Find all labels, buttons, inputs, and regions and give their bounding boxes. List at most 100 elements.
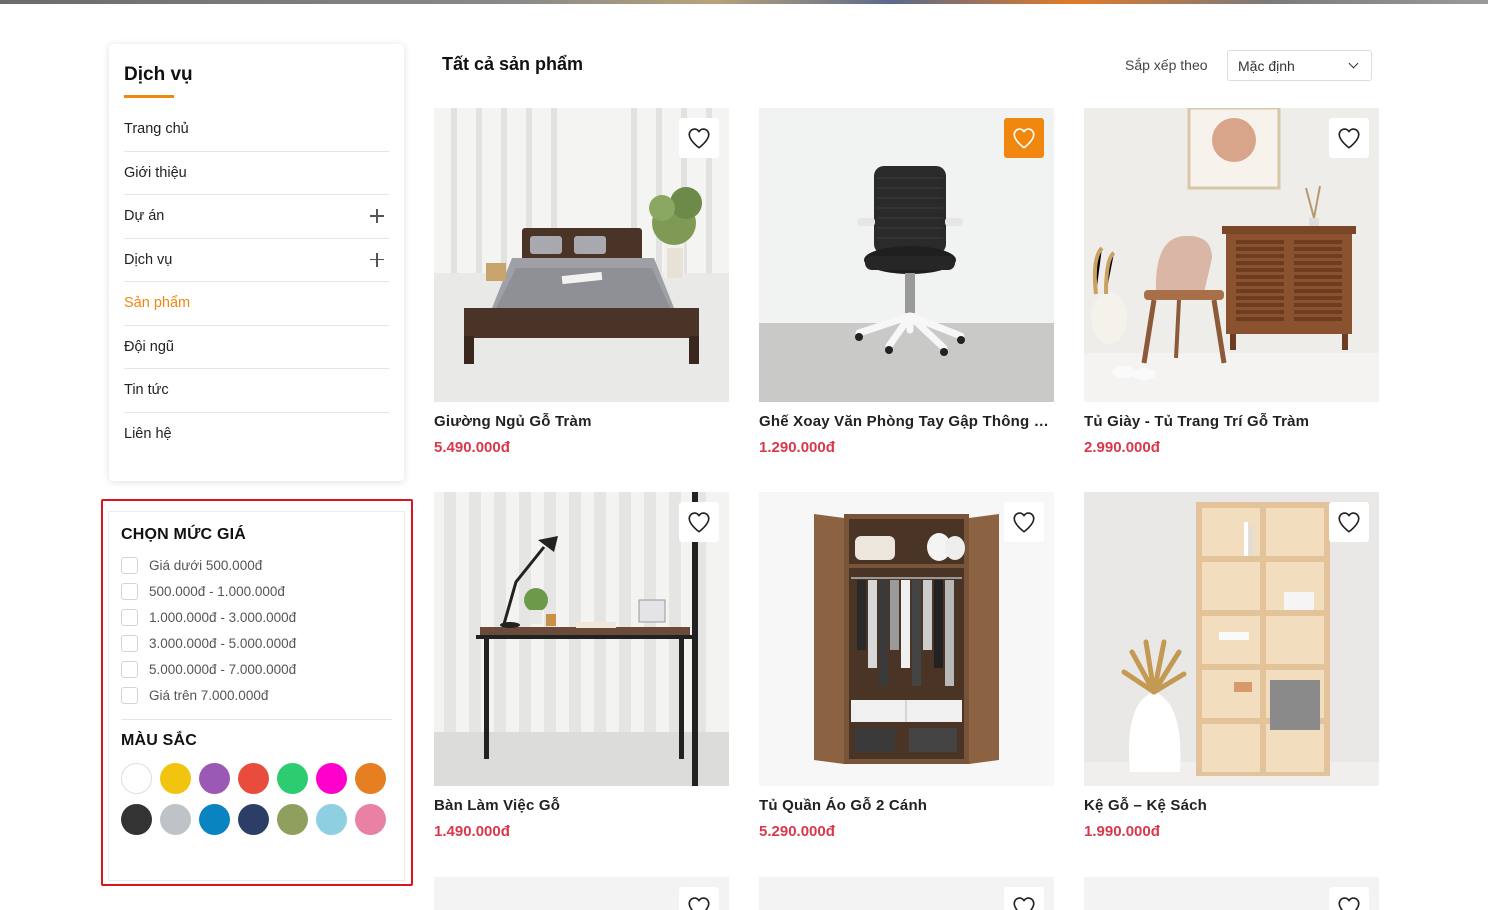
sort-select-value: Mặc định xyxy=(1238,57,1295,74)
sidebar-item-label: Liên hệ xyxy=(124,426,172,443)
price-option[interactable]: Giá dưới 500.000đ xyxy=(121,552,392,578)
checkbox[interactable] xyxy=(121,686,138,704)
checkbox[interactable] xyxy=(121,556,138,574)
checkbox[interactable] xyxy=(121,608,138,626)
heart-icon[interactable] xyxy=(1004,502,1044,542)
product-price: 5.490.000đ xyxy=(434,439,510,456)
sidebar-item-contact[interactable]: Liên hệ xyxy=(124,413,389,457)
sidebar-item-label: Giới thiệu xyxy=(124,164,187,181)
color-swatch[interactable] xyxy=(355,763,386,794)
sidebar-item-projects[interactable]: Dự án xyxy=(124,195,389,239)
sort-select[interactable]: Mặc định xyxy=(1227,50,1372,81)
sidebar-item-label: Đội ngũ xyxy=(124,338,174,355)
product-name[interactable]: Giường Ngủ Gỗ Tràm xyxy=(434,413,729,430)
product-name[interactable]: Tủ Quần Áo Gỗ 2 Cánh xyxy=(759,797,1054,814)
color-swatch[interactable] xyxy=(355,804,386,835)
sidebar-item-label: Dự án xyxy=(124,208,165,225)
plus-icon[interactable] xyxy=(370,252,384,267)
color-swatch[interactable] xyxy=(160,804,191,835)
color-filter-heading: MÀU SẮC xyxy=(121,732,198,749)
color-swatch[interactable] xyxy=(121,804,152,835)
product-price: 2.990.000đ xyxy=(1084,439,1160,456)
product-card[interactable] xyxy=(1084,877,1379,910)
color-swatch[interactable] xyxy=(121,763,152,794)
checkbox[interactable] xyxy=(121,582,138,600)
color-swatch[interactable] xyxy=(277,763,308,794)
price-filter-list: Giá dưới 500.000đ 500.000đ - 1.000.000đ … xyxy=(121,552,392,708)
color-swatch[interactable] xyxy=(316,763,347,794)
filter-divider xyxy=(121,719,392,720)
product-price: 1.990.000đ xyxy=(1084,823,1160,840)
plus-icon[interactable] xyxy=(370,209,384,224)
sidebar-item-label: Dịch vụ xyxy=(124,251,173,268)
page-title: Tất cả sản phẩm xyxy=(442,54,584,74)
product-card[interactable]: Tủ Giày - Tủ Trang Trí Gỗ Tràm 2.990.000… xyxy=(1084,108,1379,456)
sidebar-item-about[interactable]: Giới thiệu xyxy=(124,152,389,195)
price-filter-heading: CHỌN MỨC GIÁ xyxy=(121,526,247,543)
sidebar-title: Dịch vụ xyxy=(124,64,193,85)
chevron-down-icon xyxy=(1348,58,1359,69)
sidebar-item-products[interactable]: Sản phẩm xyxy=(124,282,389,326)
color-swatch-grid xyxy=(121,763,392,835)
product-image[interactable] xyxy=(759,877,1054,910)
sidebar-item-home[interactable]: Trang chủ xyxy=(124,108,389,152)
sidebar-item-label: Tin tức xyxy=(124,382,169,399)
product-image[interactable] xyxy=(1084,108,1379,402)
heart-icon[interactable] xyxy=(1004,887,1044,910)
product-name[interactable]: Kệ Gỗ – Kệ Sách xyxy=(1084,797,1379,814)
filter-panel: CHỌN MỨC GIÁ Giá dưới 500.000đ 500.000đ … xyxy=(108,511,405,881)
product-image[interactable] xyxy=(1084,877,1379,910)
price-option-label: 3.000.000đ - 5.000.000đ xyxy=(149,635,297,651)
price-option[interactable]: 1.000.000đ - 3.000.000đ xyxy=(121,604,392,630)
price-option[interactable]: 3.000.000đ - 5.000.000đ xyxy=(121,630,392,656)
product-card[interactable]: Giường Ngủ Gỗ Tràm 5.490.000đ xyxy=(434,108,729,456)
product-name[interactable]: Tủ Giày - Tủ Trang Trí Gỗ Tràm xyxy=(1084,413,1379,430)
heart-icon[interactable] xyxy=(1329,887,1369,910)
checkbox[interactable] xyxy=(121,660,138,678)
title-underline xyxy=(124,95,174,98)
heart-icon[interactable] xyxy=(679,118,719,158)
heart-icon[interactable] xyxy=(679,502,719,542)
product-card[interactable] xyxy=(434,877,729,910)
product-image[interactable] xyxy=(434,108,729,402)
price-option-label: 5.000.000đ - 7.000.000đ xyxy=(149,661,297,677)
sidebar-list: Trang chủ Giới thiệu Dự án Dịch vụ Sản p… xyxy=(124,108,389,456)
product-image[interactable] xyxy=(434,877,729,910)
sort-label: Sắp xếp theo xyxy=(1125,57,1208,73)
product-name[interactable]: Bàn Làm Việc Gỗ xyxy=(434,797,729,814)
product-image[interactable] xyxy=(434,492,729,786)
checkbox[interactable] xyxy=(121,634,138,652)
color-swatch[interactable] xyxy=(199,763,230,794)
color-swatch[interactable] xyxy=(238,804,269,835)
product-name[interactable]: Ghế Xoay Văn Phòng Tay Gập Thông Minh xyxy=(759,413,1054,430)
color-swatch[interactable] xyxy=(238,763,269,794)
product-image[interactable] xyxy=(759,492,1054,786)
color-swatch[interactable] xyxy=(277,804,308,835)
heart-icon[interactable] xyxy=(1329,118,1369,158)
product-card[interactable]: Bàn Làm Việc Gỗ 1.490.000đ xyxy=(434,492,729,840)
product-image[interactable] xyxy=(759,108,1054,402)
price-option[interactable]: Giá trên 7.000.000đ xyxy=(121,682,392,708)
color-swatch[interactable] xyxy=(199,804,230,835)
heart-icon[interactable] xyxy=(679,887,719,910)
sidebar-item-services[interactable]: Dịch vụ xyxy=(124,239,389,282)
product-image[interactable] xyxy=(1084,492,1379,786)
color-swatch[interactable] xyxy=(316,804,347,835)
price-option[interactable]: 5.000.000đ - 7.000.000đ xyxy=(121,656,392,682)
product-price: 1.290.000đ xyxy=(759,439,835,456)
product-card[interactable]: Kệ Gỗ – Kệ Sách 1.990.000đ xyxy=(1084,492,1379,840)
sidebar-menu: Dịch vụ Trang chủ Giới thiệu Dự án Dịch … xyxy=(109,44,404,481)
price-option[interactable]: 500.000đ - 1.000.000đ xyxy=(121,578,392,604)
sidebar-item-label: Sản phẩm xyxy=(124,295,191,312)
sidebar-item-news[interactable]: Tin tức xyxy=(124,369,389,413)
color-swatch[interactable] xyxy=(160,763,191,794)
product-card[interactable] xyxy=(759,877,1054,910)
heart-icon[interactable] xyxy=(1004,118,1044,158)
heart-icon[interactable] xyxy=(1329,502,1369,542)
product-price: 5.290.000đ xyxy=(759,823,835,840)
product-card[interactable]: Ghế Xoay Văn Phòng Tay Gập Thông Minh 1.… xyxy=(759,108,1054,456)
product-card[interactable]: Tủ Quần Áo Gỗ 2 Cánh 5.290.000đ xyxy=(759,492,1054,840)
sidebar-item-team[interactable]: Đội ngũ xyxy=(124,326,389,369)
top-banner-strip xyxy=(0,0,1488,4)
price-option-label: 1.000.000đ - 3.000.000đ xyxy=(149,609,297,625)
